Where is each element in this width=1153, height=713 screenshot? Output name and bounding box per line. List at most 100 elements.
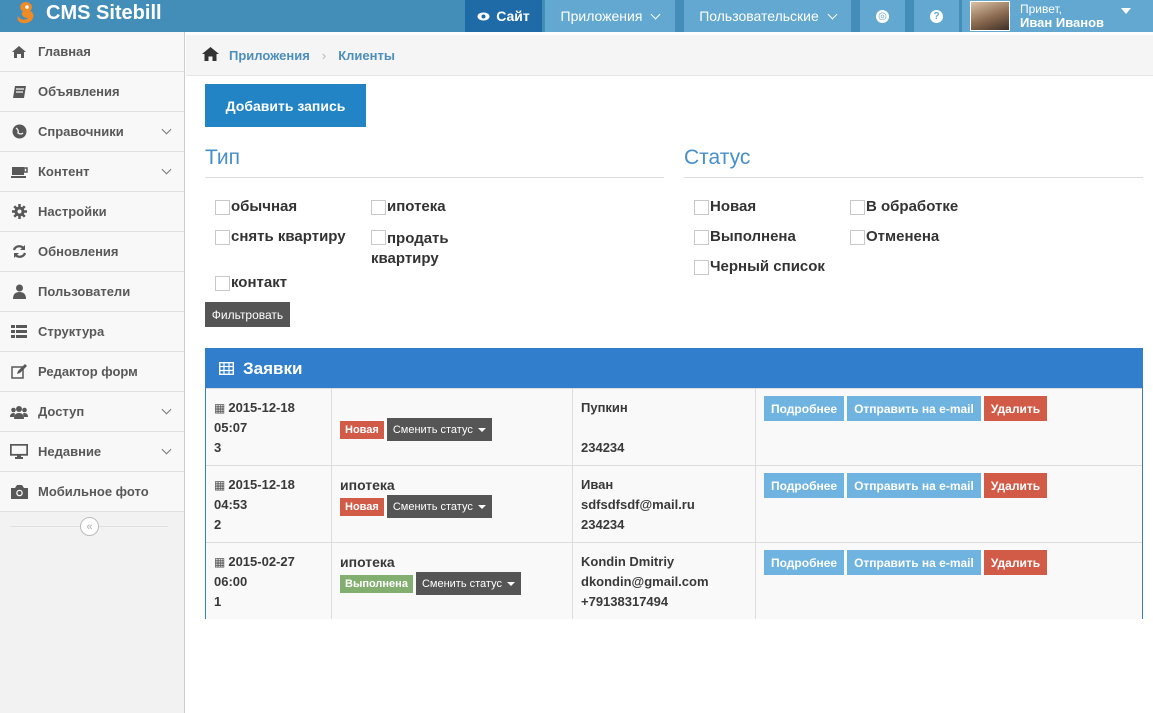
filter-button[interactable]: Фильтровать xyxy=(205,302,290,327)
help-button[interactable]: ? xyxy=(914,0,959,32)
checkbox-label: Выполнена xyxy=(710,228,796,245)
brand[interactable]: CMS Sitebill xyxy=(12,0,162,26)
chevron-down-icon xyxy=(651,9,661,19)
checkbox-box[interactable] xyxy=(850,230,865,245)
sidebar-item-directories[interactable]: Справочники xyxy=(0,112,184,152)
status-new-checkbox[interactable]: Новая xyxy=(694,197,756,217)
checkbox-box[interactable] xyxy=(215,230,230,245)
sidebar-item-mobile-photo[interactable]: Мобильное фото xyxy=(0,472,184,512)
home-icon[interactable] xyxy=(202,46,219,64)
type-ordinary-checkbox[interactable]: обычная xyxy=(215,197,297,217)
row-id: 1 xyxy=(214,594,222,609)
user-info: Привет, Иван Иванов xyxy=(1020,3,1104,30)
details-button[interactable]: Подробнее xyxy=(764,550,845,575)
checkbox-box[interactable] xyxy=(215,200,230,215)
apps-menu[interactable]: Приложения xyxy=(545,0,675,32)
breadcrumb-clients[interactable]: Клиенты xyxy=(338,48,395,63)
status-processing-checkbox[interactable]: В обработке xyxy=(850,197,958,217)
sidebar-item-label: Доступ xyxy=(38,404,85,419)
site-label: Сайт xyxy=(496,8,530,24)
sidebar-item-settings[interactable]: Настройки xyxy=(0,192,184,232)
globe-button[interactable]: ◎ xyxy=(860,0,905,32)
checkbox-label: снять квартиру xyxy=(231,228,346,245)
change-status-label: Сменить статус xyxy=(392,423,473,436)
chevron-down-icon xyxy=(161,444,172,455)
send-email-button[interactable]: Отправить на e-mail xyxy=(847,396,981,421)
type-contact-checkbox[interactable]: контакт xyxy=(215,273,287,293)
desktop-icon xyxy=(9,444,29,459)
type-status-cell: ипотека Новая Сменить статус xyxy=(332,466,573,542)
details-button[interactable]: Подробнее xyxy=(764,473,845,498)
type-mortgage-checkbox[interactable]: ипотека xyxy=(371,197,446,217)
sidebar-item-label: Мобильное фото xyxy=(38,484,149,499)
send-email-button[interactable]: Отправить на e-mail xyxy=(847,550,981,575)
delete-button[interactable]: Удалить xyxy=(983,473,1048,498)
delete-button[interactable]: Удалить xyxy=(983,396,1048,421)
actions-cell: Подробнее Отправить на e-mail Удалить xyxy=(756,466,1142,542)
add-record-button[interactable]: Добавить запись xyxy=(205,84,366,127)
row-id: 2 xyxy=(214,517,222,532)
sidebar-item-structure[interactable]: Структура xyxy=(0,312,184,352)
type-sell-checkbox[interactable]: продать квартиру xyxy=(371,227,471,269)
sidebar-item-label: Объявления xyxy=(38,84,120,99)
type-status-cell: Новая Сменить статус xyxy=(332,389,573,465)
user-menu[interactable]: Привет, Иван Иванов xyxy=(962,0,1153,32)
sidebar-item-label: Контент xyxy=(38,164,90,179)
breadcrumb-apps[interactable]: Приложения xyxy=(229,48,310,63)
date-cell: ▦ 2015-12-18 05:07 3 xyxy=(206,389,332,465)
row-name: Пупкин xyxy=(581,400,628,415)
details-button[interactable]: Подробнее xyxy=(764,396,845,421)
checkbox-box[interactable] xyxy=(694,200,709,215)
breadcrumb-separator-icon: › xyxy=(321,47,327,63)
sidebar-item-label: Редактор форм xyxy=(38,364,138,379)
sidebar-item-label: Пользователи xyxy=(38,284,131,299)
collapse-sidebar-button[interactable]: « xyxy=(80,517,99,536)
sidebar-item-access[interactable]: Доступ xyxy=(0,392,184,432)
site-button[interactable]: Сайт xyxy=(465,0,542,32)
type-rent-checkbox[interactable]: снять квартиру xyxy=(215,227,346,247)
row-time: 06:00 xyxy=(214,574,248,589)
custom-menu[interactable]: Пользовательские xyxy=(684,0,851,32)
sidebar-item-updates[interactable]: Обновления xyxy=(0,232,184,272)
checkbox-box[interactable] xyxy=(694,230,709,245)
status-cancelled-checkbox[interactable]: Отменена xyxy=(850,227,939,247)
checkbox-box[interactable] xyxy=(694,260,709,275)
sidebar-item-users[interactable]: Пользователи xyxy=(0,272,184,312)
sidebar-item-content[interactable]: Контент xyxy=(0,152,184,192)
sidebar-collapse: « xyxy=(0,512,184,540)
change-status-button[interactable]: Сменить статус xyxy=(386,418,492,441)
table-icon xyxy=(219,362,234,375)
delete-button[interactable]: Удалить xyxy=(983,550,1048,575)
send-email-button[interactable]: Отправить на e-mail xyxy=(847,473,981,498)
status-badge: Новая xyxy=(340,497,384,516)
checkbox-box[interactable] xyxy=(371,230,386,245)
status-section-title: Статус xyxy=(684,146,1143,178)
question-icon: ? xyxy=(930,9,943,23)
caret-down-icon xyxy=(1121,8,1131,14)
logo-icon xyxy=(17,2,34,24)
sidebar-item-form-editor[interactable]: Редактор форм xyxy=(0,352,184,392)
row-phone: 234234 xyxy=(581,440,625,455)
sidebar-item-ads[interactable]: Объявления xyxy=(0,72,184,112)
book-icon xyxy=(9,85,29,99)
status-done-checkbox[interactable]: Выполнена xyxy=(694,227,796,247)
sidebar-item-home[interactable]: Главная xyxy=(0,32,184,72)
type-status-cell: ипотека Выполнена Сменить статус xyxy=(332,543,573,619)
checkbox-label: Отменена xyxy=(866,228,940,245)
date-cell: ▦ 2015-12-18 04:53 2 xyxy=(206,466,332,542)
date-cell: ▦ 2015-02-27 06:00 1 xyxy=(206,543,332,619)
checkbox-box[interactable] xyxy=(215,276,230,291)
checkbox-box[interactable] xyxy=(850,200,865,215)
row-date: 2015-12-18 xyxy=(228,400,295,415)
sidebar-item-recent[interactable]: Недавние xyxy=(0,432,184,472)
eye-icon xyxy=(477,12,490,20)
checkbox-box[interactable] xyxy=(371,200,386,215)
list-icon xyxy=(9,325,29,338)
camera-icon xyxy=(9,484,29,499)
change-status-button[interactable]: Сменить статус xyxy=(386,495,492,518)
status-blacklist-checkbox[interactable]: Черный список xyxy=(694,257,825,277)
calendar-icon: ▦ xyxy=(214,401,226,415)
row-type: ипотека xyxy=(340,554,395,570)
change-status-button[interactable]: Сменить статус xyxy=(415,572,521,595)
actions-cell: Подробнее Отправить на e-mail Удалить xyxy=(756,389,1142,465)
